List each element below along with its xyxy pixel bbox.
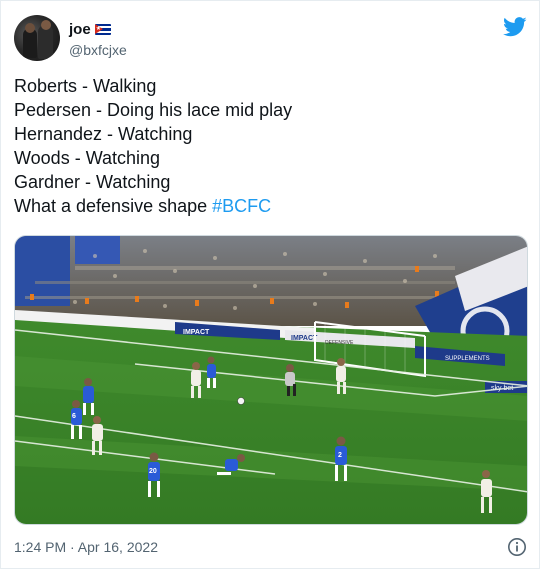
author-block: joe ★ @bxfcjxe [69,20,127,59]
board-text: SUPPLEMENTS [445,356,490,362]
author-handle[interactable]: @bxfcjxe [69,41,127,59]
info-icon[interactable] [507,537,527,557]
tweet-line: Woods - Watching [14,148,161,168]
cuba-flag-icon: ★ [94,24,111,35]
board-text: IMPACT [183,329,210,336]
tweet-line: Pedersen - Doing his lace mid play [14,100,293,120]
board-text: DEFENSIVE [325,340,354,346]
player-number: 20 [149,468,157,475]
twitter-bird-icon[interactable] [503,17,527,37]
tweet-line: Roberts - Walking [14,76,157,96]
tweet-media-image[interactable]: IMPACT IMPACT DEFENSIVE SUPPLEMENTS sky … [14,235,528,525]
player-number: 2 [338,452,342,459]
hashtag-link[interactable]: #BCFC [212,196,271,216]
author-display-name[interactable]: joe [69,20,91,39]
tweet-timestamp[interactable]: 1:24 PM · Apr 16, 2022 [14,539,158,555]
football-match-photo: IMPACT IMPACT DEFENSIVE SUPPLEMENTS sky … [15,236,527,524]
tweet-last-line-text: What a defensive shape [14,196,213,216]
tweet-line: Gardner - Watching [14,172,171,192]
tweet-text: Roberts - Walking Pedersen - Doing his l… [14,74,528,218]
player-number: 6 [72,413,76,420]
avatar[interactable] [14,15,60,61]
tweet-line-last: What a defensive shape #BCFC [14,194,528,218]
tweet-card: joe ★ @bxfcjxe Roberts - Walking Pederse… [0,0,540,569]
tweet-header: joe ★ @bxfcjxe [14,15,527,63]
board-text: IMPACT [291,335,318,342]
tweet-footer: 1:24 PM · Apr 16, 2022 [14,537,527,557]
tweet-line: Hernandez - Watching [14,124,193,144]
